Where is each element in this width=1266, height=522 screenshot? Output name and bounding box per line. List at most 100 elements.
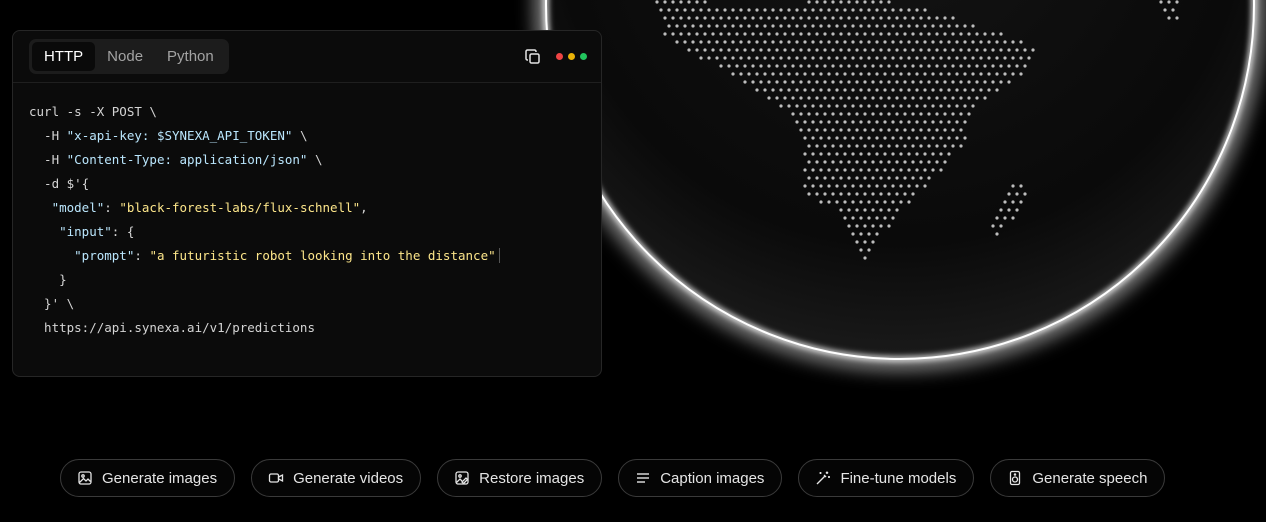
globe-dot: [827, 184, 831, 188]
globe-dot: [915, 24, 919, 28]
globe-dot: [975, 80, 979, 84]
globe-dot: [931, 104, 935, 108]
tab-http[interactable]: HTTP: [32, 42, 96, 71]
globe-dot: [879, 48, 883, 52]
globe-dot: [807, 192, 811, 196]
pill-label: Generate videos: [293, 469, 404, 487]
globe-dot: [743, 80, 747, 84]
globe-dot: [915, 136, 919, 140]
restore-images-button[interactable]: Restore images: [437, 459, 603, 497]
copy-icon[interactable]: [524, 48, 542, 66]
globe-dot: [815, 32, 819, 36]
globe-dot: [895, 96, 899, 100]
code-block[interactable]: curl -s -X POST \ -H "x-api-key: $SYNEXA…: [13, 83, 601, 340]
globe-dot: [771, 56, 775, 60]
globe-dot: [903, 32, 907, 36]
globe-dot: [903, 144, 907, 148]
generate-images-button[interactable]: Generate images: [60, 459, 236, 497]
globe-dot: [835, 104, 839, 108]
globe-dot: [995, 88, 999, 92]
globe-dot: [851, 104, 855, 108]
globe-dot: [751, 16, 755, 20]
tab-python[interactable]: Python: [155, 42, 226, 71]
globe-dot: [755, 40, 759, 44]
globe-dot: [947, 72, 951, 76]
globe-dot: [819, 56, 823, 60]
globe-dot: [751, 80, 755, 84]
globe-dot: [891, 72, 895, 76]
globe-dot: [1003, 40, 1007, 44]
globe-dot: [691, 24, 695, 28]
globe-dot: [815, 144, 819, 148]
globe-dot: [719, 32, 723, 36]
globe-dot: [919, 144, 923, 148]
globe-dot: [871, 192, 875, 196]
globe-dot: [871, 176, 875, 180]
globe-dot: [859, 200, 863, 204]
globe-dot: [819, 8, 823, 12]
globe-dot: [967, 32, 971, 36]
globe-dot: [719, 48, 723, 52]
globe-dot: [955, 40, 959, 44]
globe-dot: [687, 0, 691, 4]
globe-dot: [955, 104, 959, 108]
globe-dot: [951, 80, 955, 84]
globe-dot: [899, 24, 903, 28]
globe-dot: [839, 208, 843, 212]
tab-node[interactable]: Node: [95, 42, 155, 71]
globe-dot: [963, 120, 967, 124]
globe-dot: [907, 120, 911, 124]
globe-dot: [923, 24, 927, 28]
globe-dot: [827, 88, 831, 92]
globe-dot: [903, 96, 907, 100]
globe-dot: [1167, 16, 1171, 20]
globe-dot: [943, 32, 947, 36]
globe-dot: [939, 88, 943, 92]
globe-dot: [887, 144, 891, 148]
globe-dot: [967, 64, 971, 68]
globe-dot: [895, 176, 899, 180]
globe-dot: [855, 208, 859, 212]
globe-dot: [923, 56, 927, 60]
generate-speech-button[interactable]: Generate speech: [990, 459, 1166, 497]
globe-dot: [899, 104, 903, 108]
globe-dot: [923, 40, 927, 44]
caption-images-button[interactable]: Caption images: [618, 459, 783, 497]
globe-dot: [839, 144, 843, 148]
globe-dot: [951, 48, 955, 52]
globe-dot: [803, 24, 807, 28]
globe-dot: [799, 16, 803, 20]
fine-tune-models-button[interactable]: Fine-tune models: [798, 459, 975, 497]
globe-dot: [735, 64, 739, 68]
globe-dot: [1003, 200, 1007, 204]
globe-dot: [863, 112, 867, 116]
globe-dot: [1003, 216, 1007, 220]
globe-dot: [1015, 48, 1019, 52]
globe-dot: [815, 96, 819, 100]
globe-dot: [847, 176, 851, 180]
globe-dot: [763, 24, 767, 28]
globe-dot: [815, 48, 819, 52]
globe-dot: [935, 48, 939, 52]
globe-dot: [775, 96, 779, 100]
globe-dot: [995, 216, 999, 220]
globe-dot: [883, 152, 887, 156]
globe-dot: [723, 8, 727, 12]
generate-videos-button[interactable]: Generate videos: [251, 459, 422, 497]
globe-dot: [687, 16, 691, 20]
globe-dot: [959, 48, 963, 52]
globe-dot: [807, 16, 811, 20]
globe-dot: [987, 72, 991, 76]
globe-dot: [935, 128, 939, 132]
globe-dot: [727, 16, 731, 20]
globe-dot: [859, 248, 863, 252]
globe-dot: [911, 192, 915, 196]
globe-dot: [767, 48, 771, 52]
globe-dot: [951, 144, 955, 148]
globe-dot: [1003, 72, 1007, 76]
globe-dot: [931, 152, 935, 156]
globe-dot: [803, 152, 807, 156]
globe-dot: [715, 40, 719, 44]
globe-dot: [1007, 208, 1011, 212]
globe-dot: [939, 136, 943, 140]
